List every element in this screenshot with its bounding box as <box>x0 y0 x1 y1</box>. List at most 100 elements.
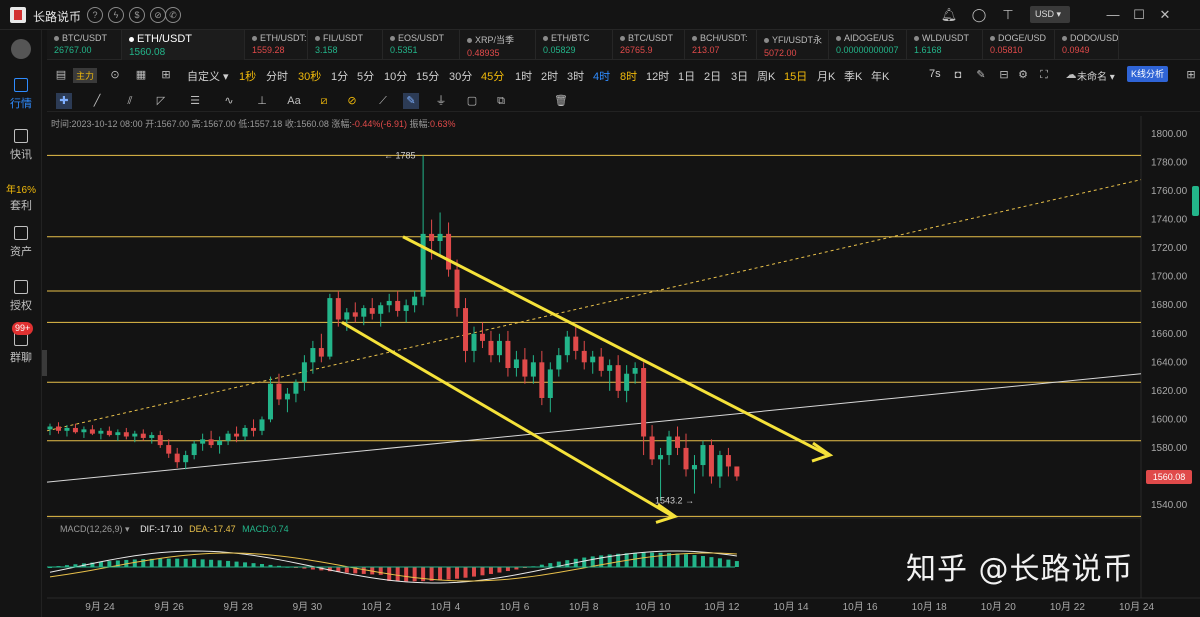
time-tick-label: 10月 24 <box>1119 601 1154 613</box>
candle-body <box>607 365 613 371</box>
price-tick-label: 1760.00 <box>1151 186 1188 197</box>
candle-body <box>225 433 231 441</box>
macd-bar <box>488 567 493 574</box>
dif-label: DIF: <box>140 524 158 534</box>
time-tick-label: 9月 24 <box>85 601 115 613</box>
candle-body <box>352 312 358 317</box>
candle-body <box>191 443 197 456</box>
macd-bar <box>548 563 553 567</box>
candle-body <box>624 373 630 391</box>
current-price-tag: 1560.08 <box>1146 470 1192 484</box>
high-label: 高: <box>191 119 204 129</box>
candle-body <box>310 348 316 363</box>
time-tick-label: 10月 16 <box>843 601 878 613</box>
scale-handle[interactable] <box>1192 186 1199 216</box>
candle-body <box>242 427 248 437</box>
macd-bar <box>675 553 680 567</box>
candle-body <box>725 455 731 467</box>
amplitude-value: 0.63% <box>429 119 456 129</box>
macd-bar <box>217 560 222 567</box>
change-label: 涨幅: <box>331 119 352 129</box>
candle-body <box>420 233 426 297</box>
macd-bar <box>192 559 197 567</box>
price-tick-label: 1680.00 <box>1151 300 1188 311</box>
macd-bar <box>175 558 180 567</box>
dif-value: -17.10 <box>157 524 183 534</box>
time-tick-label: 10月 14 <box>773 601 808 613</box>
candle-body <box>47 426 53 430</box>
macd-bar <box>497 567 502 573</box>
price-tick-label: 1660.00 <box>1151 329 1188 340</box>
candle-body <box>361 308 367 317</box>
candle-body <box>149 435 155 438</box>
candle-body <box>649 436 655 460</box>
price-tick-label: 1740.00 <box>1151 215 1188 226</box>
candle-body <box>284 393 290 400</box>
candle-body <box>615 365 621 391</box>
macd-bar <box>98 561 103 567</box>
time-tick-label: 10月 12 <box>704 601 739 613</box>
candle-body <box>496 340 502 356</box>
time-tick-label: 10月 6 <box>500 601 530 613</box>
candle-body <box>395 300 401 311</box>
time-tick-label: 9月 28 <box>223 601 253 613</box>
macd-bar <box>251 563 256 567</box>
macd-bar <box>505 567 510 572</box>
candle-body <box>598 356 604 371</box>
low-value: 1557.18 <box>249 119 283 129</box>
candle-body <box>217 440 223 446</box>
macd-bar <box>641 552 646 567</box>
macd-bar <box>455 567 460 579</box>
candle-body <box>386 300 392 306</box>
candle-body <box>691 465 697 470</box>
candle-body <box>318 348 324 357</box>
macd-bar <box>243 562 248 567</box>
dea-label: DEA: <box>189 524 211 534</box>
low-annotation: 1543.2 → <box>655 495 694 505</box>
macd-bar <box>734 561 739 567</box>
candle-body <box>208 439 214 446</box>
candle-body <box>530 362 536 377</box>
candle-body <box>301 362 307 383</box>
candle-body <box>471 333 477 351</box>
macd-bar <box>166 558 171 567</box>
candle-body <box>412 296 418 306</box>
price-tick-label: 1620.00 <box>1151 386 1188 397</box>
macd-bar <box>692 555 697 567</box>
price-tick-label: 1600.00 <box>1151 414 1188 425</box>
candle-body <box>344 312 350 320</box>
macd-bar <box>404 567 409 582</box>
macd-bar <box>183 558 188 567</box>
close-label: 收: <box>284 119 297 129</box>
macd-bar <box>209 559 214 567</box>
candle-body <box>700 445 706 466</box>
high-value: 1567.00 <box>203 119 236 129</box>
candle-body <box>98 430 104 434</box>
candle-body <box>174 453 180 463</box>
dea-value: -17.47 <box>210 524 236 534</box>
candle-body <box>234 433 240 437</box>
macd-bar <box>658 552 663 567</box>
macd-bar <box>709 557 714 567</box>
candle-body <box>72 427 78 433</box>
candle-body <box>132 433 138 437</box>
macd-bar <box>344 567 349 573</box>
candle-body <box>276 383 282 400</box>
macd-bar <box>446 567 451 580</box>
candle-body <box>81 429 87 433</box>
macd-value-label: MACD: <box>242 524 272 534</box>
macd-bar <box>107 561 112 567</box>
macd-bar <box>361 567 366 574</box>
candle-body <box>556 355 562 370</box>
time-tick-label: 10月 4 <box>431 601 461 613</box>
macd-bar <box>565 560 570 567</box>
close-value: 1560.08 <box>296 119 329 129</box>
dashed-trendline <box>46 179 1142 432</box>
time-tick-label: 10月 20 <box>981 601 1016 613</box>
candle-body <box>708 445 714 477</box>
candle-body <box>666 436 672 456</box>
price-tick-label: 1800.00 <box>1151 129 1188 140</box>
candle-body <box>259 419 265 431</box>
macd-bar <box>463 567 468 578</box>
candle-body <box>64 427 70 431</box>
